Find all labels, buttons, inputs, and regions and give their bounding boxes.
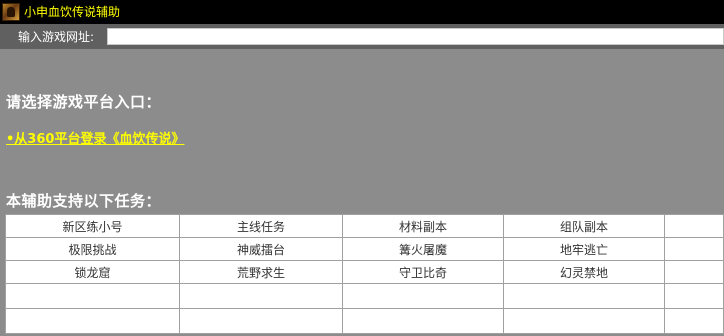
task-cell — [5, 308, 180, 334]
task-cell: 幻灵禁地 — [502, 260, 666, 284]
task-cell: 新区练小号 — [5, 214, 180, 238]
task-cell: 极限挑战 — [5, 237, 180, 261]
game-url-input[interactable] — [107, 28, 724, 45]
tasks-heading: 本辅助支持以下任务： — [6, 192, 162, 210]
task-cell — [341, 308, 505, 334]
task-cell — [5, 283, 180, 309]
task-cell: 神威擂台 — [179, 237, 343, 261]
task-cell — [664, 237, 724, 261]
task-cell: 篝火屠魔 — [341, 237, 505, 261]
task-cell — [664, 308, 724, 334]
task-cell: 主线任务 — [179, 214, 343, 238]
task-cell: 组队副本 — [502, 214, 666, 238]
task-cell — [664, 283, 724, 309]
task-cell: 材料副本 — [341, 214, 505, 238]
task-cell — [341, 283, 505, 309]
app-game-icon — [2, 3, 20, 21]
task-cell — [179, 283, 343, 309]
task-cell: 荒野求生 — [179, 260, 343, 284]
table-row: 极限挑战 神威擂台 篝火屠魔 地牢逃亡 — [5, 237, 724, 261]
table-row — [5, 308, 724, 334]
task-table: 新区练小号 主线任务 材料副本 组队副本 极限挑战 神威擂台 篝火屠魔 地牢逃亡… — [5, 214, 724, 334]
platform-heading: 请选择游戏平台入口： — [6, 93, 162, 111]
table-row — [5, 283, 724, 309]
task-cell — [502, 308, 666, 334]
task-cell — [664, 214, 724, 238]
url-bar: 输入游戏网址: — [0, 24, 724, 49]
task-cell — [179, 308, 343, 334]
task-cell: 守卫比奇 — [341, 260, 505, 284]
window-title: 小申血饮传说辅助 — [24, 5, 121, 19]
task-cell — [502, 283, 666, 309]
table-row: 新区练小号 主线任务 材料副本 组队副本 — [5, 214, 724, 238]
url-label: 输入游戏网址: — [18, 30, 95, 44]
platform-360-login-link[interactable]: •从360平台登录《血饮传说》 — [6, 128, 184, 147]
task-cell: 锁龙窟 — [5, 260, 180, 284]
title-bar: 小申血饮传说辅助 — [0, 0, 724, 24]
task-cell: 地牢逃亡 — [502, 237, 666, 261]
task-cell — [664, 260, 724, 284]
table-row: 锁龙窟 荒野求生 守卫比奇 幻灵禁地 — [5, 260, 724, 284]
